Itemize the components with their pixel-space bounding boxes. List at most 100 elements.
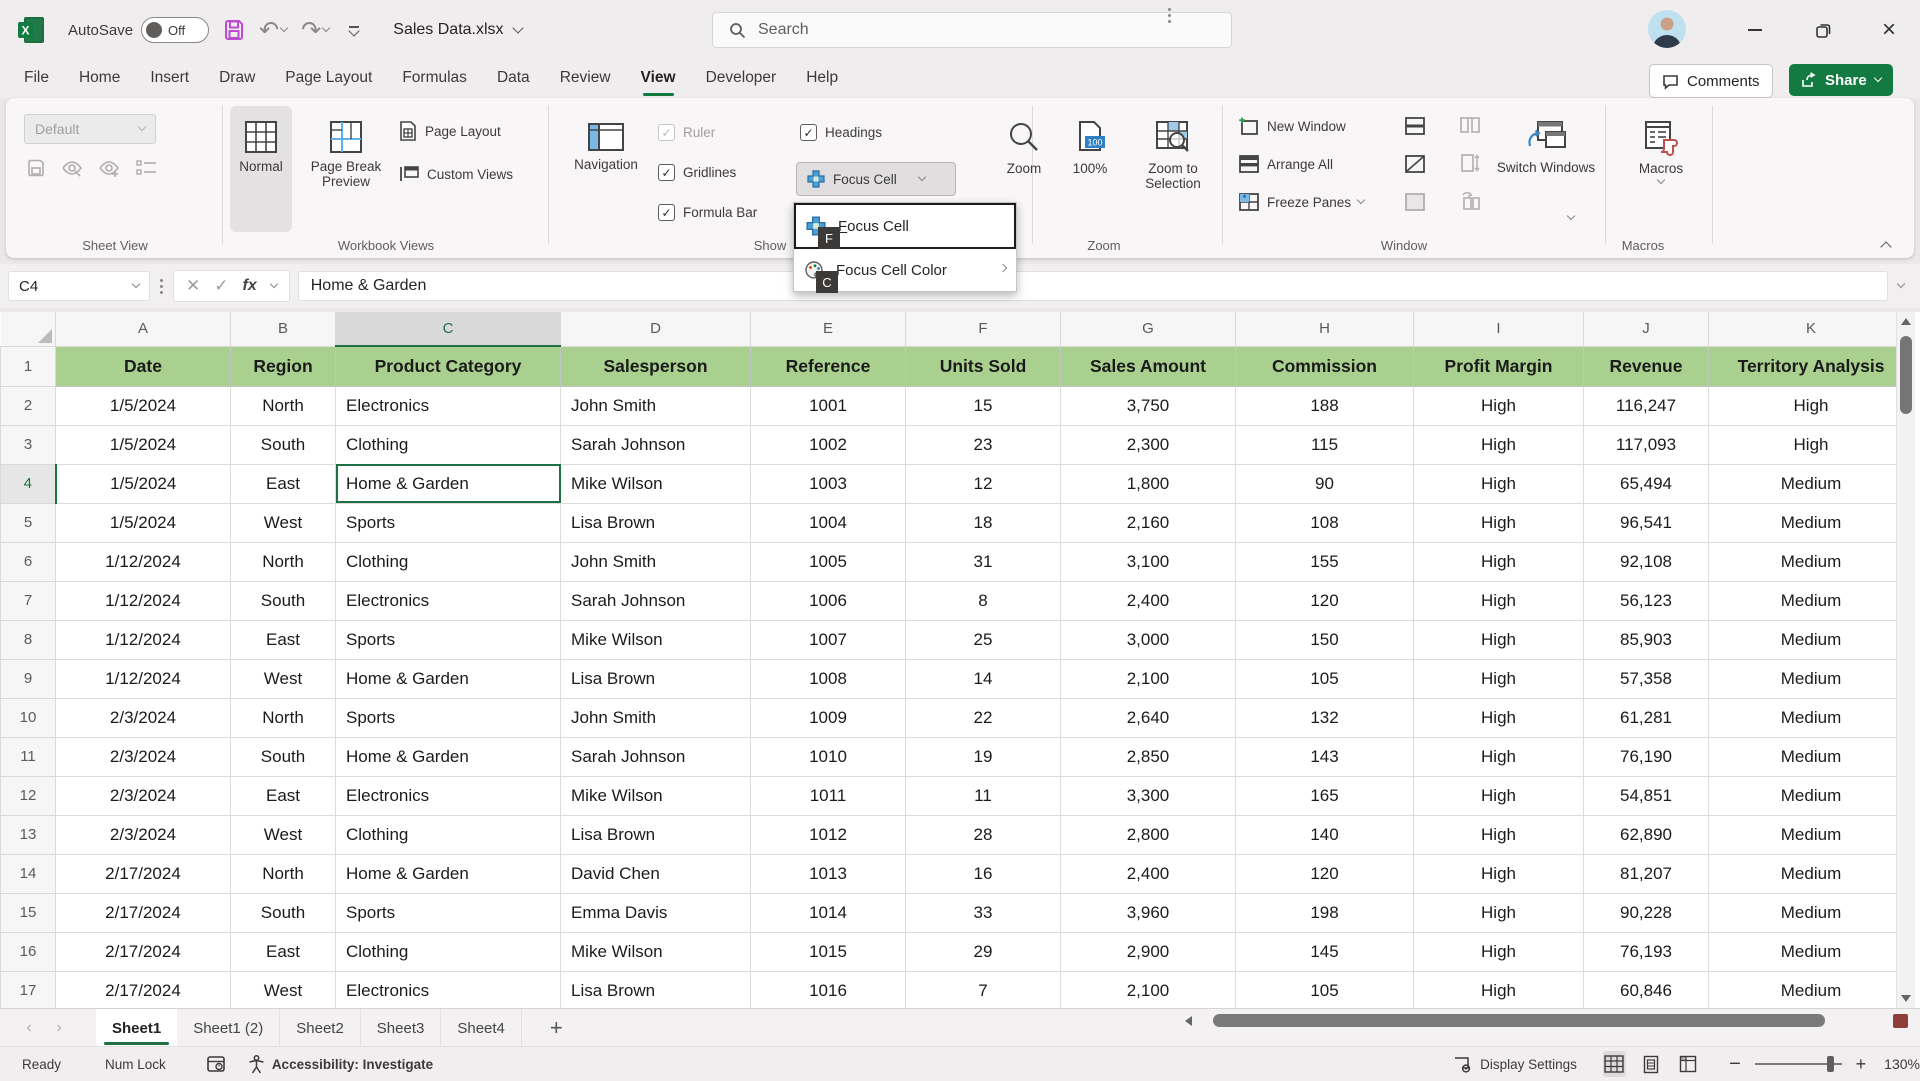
expand-formula-bar-icon[interactable] [1896,280,1904,288]
cell-E6[interactable]: 1005 [751,542,906,581]
cell-J11[interactable]: 76,190 [1584,737,1709,776]
cell-I8[interactable]: High [1414,620,1584,659]
cell-J8[interactable]: 85,903 [1584,620,1709,659]
cell-A4[interactable]: 1/5/2024 [56,464,231,503]
cell-B8[interactable]: East [231,620,336,659]
formula-bar-handle[interactable] [160,279,163,294]
cell-C4[interactable]: Home & Garden [336,464,561,503]
row-header-14[interactable]: 14 [1,854,56,893]
redo-dropdown-icon[interactable] [322,24,330,32]
cell-F10[interactable]: 22 [906,698,1061,737]
page-layout-button[interactable]: Page Layout [398,120,501,142]
new-sheet-view-icon[interactable] [98,158,120,178]
cell-B6[interactable]: North [231,542,336,581]
cell-F15[interactable]: 33 [906,893,1061,932]
page-break-preview-button[interactable]: Page Break Preview [300,106,392,232]
cell-A7[interactable]: 1/12/2024 [56,581,231,620]
cell-G14[interactable]: 2,400 [1061,854,1236,893]
cell-G8[interactable]: 3,000 [1061,620,1236,659]
autosave-toggle[interactable]: Off [141,17,209,43]
cell-B15[interactable]: South [231,893,336,932]
scroll-left-icon[interactable] [1185,1016,1192,1026]
customize-qat-icon[interactable] [349,26,359,35]
switch-windows-button[interactable]: Switch Windows [1494,106,1598,246]
zoom-100-button[interactable]: 100 100% [1054,106,1126,240]
name-box-dropdown-icon[interactable] [132,280,140,288]
cell-D6[interactable]: John Smith [561,542,751,581]
exit-sheet-view-icon[interactable] [61,158,83,178]
cell-K8[interactable]: Medium [1709,620,1914,659]
cell-F12[interactable]: 11 [906,776,1061,815]
cell-G9[interactable]: 2,100 [1061,659,1236,698]
cell-G11[interactable]: 2,850 [1061,737,1236,776]
cell-E4[interactable]: 1003 [751,464,906,503]
row-header-15[interactable]: 15 [1,893,56,932]
cell-C9[interactable]: Home & Garden [336,659,561,698]
cell-J12[interactable]: 54,851 [1584,776,1709,815]
cell-J6[interactable]: 92,108 [1584,542,1709,581]
redo-button[interactable]: ↷ [301,16,329,45]
zoom-slider[interactable] [1755,1063,1842,1065]
sheet-tab-sheet1[interactable]: Sheet1 [96,1009,177,1047]
excel-logo-icon[interactable]: X [16,15,46,45]
sheet-tab-sheet2[interactable]: Sheet2 [280,1009,361,1047]
column-header-G[interactable]: G [1061,312,1236,346]
cell-I3[interactable]: High [1414,425,1584,464]
row-header-10[interactable]: 10 [1,698,56,737]
comments-button[interactable]: Comments [1649,64,1773,98]
cell-I5[interactable]: High [1414,503,1584,542]
cell-J3[interactable]: 117,093 [1584,425,1709,464]
cell-K3[interactable]: High [1709,425,1914,464]
cell-H13[interactable]: 140 [1236,815,1414,854]
column-header-B[interactable]: B [231,312,336,346]
cell-G17[interactable]: 2,100 [1061,971,1236,1008]
cell-E3[interactable]: 1002 [751,425,906,464]
cell-F4[interactable]: 12 [906,464,1061,503]
cell-K12[interactable]: Medium [1709,776,1914,815]
close-button[interactable]: × [1856,0,1920,60]
cell-H3[interactable]: 115 [1236,425,1414,464]
focus-cell-dropdown-icon[interactable] [918,173,926,181]
cell-C2[interactable]: Electronics [336,386,561,425]
document-title[interactable]: Sales Data.xlsx [393,21,521,39]
cell-A13[interactable]: 2/3/2024 [56,815,231,854]
cell-J9[interactable]: 57,358 [1584,659,1709,698]
cell-D8[interactable]: Mike Wilson [561,620,751,659]
arrange-all-button[interactable]: Arrange All [1238,154,1333,174]
formula-input[interactable]: Home & Garden [298,271,1888,301]
cell-F16[interactable]: 29 [906,932,1061,971]
share-button[interactable]: Share [1789,64,1893,96]
gridlines-checkbox[interactable]: ✓ Gridlines [658,164,736,181]
cell-K14[interactable]: Medium [1709,854,1914,893]
cell-I10[interactable]: High [1414,698,1584,737]
cell-H14[interactable]: 120 [1236,854,1414,893]
cell-J14[interactable]: 81,207 [1584,854,1709,893]
cell-G12[interactable]: 3,300 [1061,776,1236,815]
cell-D3[interactable]: Sarah Johnson [561,425,751,464]
menu-item-focus-cell-color[interactable]: C Focus Cell Color [794,249,1016,291]
cell-G3[interactable]: 2,300 [1061,425,1236,464]
tab-review[interactable]: Review [560,61,611,97]
cell-K16[interactable]: Medium [1709,932,1914,971]
cell-J4[interactable]: 65,494 [1584,464,1709,503]
row-header-9[interactable]: 9 [1,659,56,698]
cell-C13[interactable]: Clothing [336,815,561,854]
cell-G5[interactable]: 2,160 [1061,503,1236,542]
formula-bar-checkbox-box[interactable]: ✓ [658,204,675,221]
cell-D11[interactable]: Sarah Johnson [561,737,751,776]
freeze-panes-dropdown-icon[interactable] [1357,196,1365,204]
horizontal-scroll-thumb[interactable] [1213,1014,1825,1027]
cell-H10[interactable]: 132 [1236,698,1414,737]
row-header-16[interactable]: 16 [1,932,56,971]
select-all-corner[interactable] [1,312,56,346]
new-window-button[interactable]: New Window [1238,116,1346,136]
synchronous-scrolling-button[interactable] [1458,152,1482,174]
column-header-A[interactable]: A [56,312,231,346]
cell-F11[interactable]: 19 [906,737,1061,776]
autosave-control[interactable]: AutoSave Off [68,17,209,43]
save-icon[interactable] [223,19,245,41]
cell-D2[interactable]: John Smith [561,386,751,425]
row-header-13[interactable]: 13 [1,815,56,854]
tab-page-layout[interactable]: Page Layout [285,61,372,97]
user-avatar[interactable] [1648,10,1686,48]
